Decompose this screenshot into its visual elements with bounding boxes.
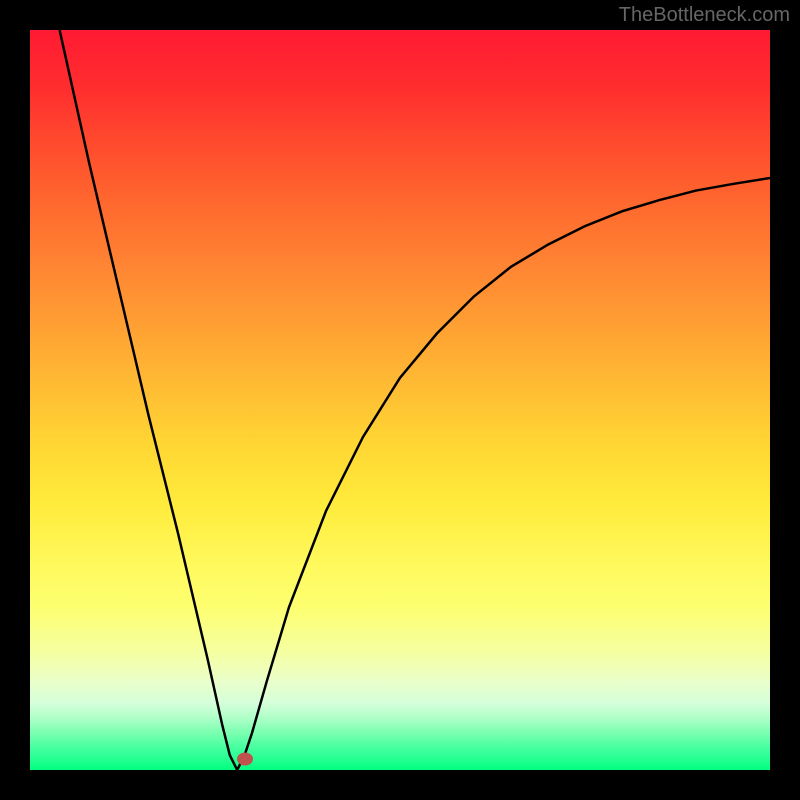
optimal-point-marker <box>237 752 253 765</box>
bottleneck-curve <box>30 30 770 770</box>
chart-plot-area <box>30 30 770 770</box>
watermark-label: TheBottleneck.com <box>619 4 790 27</box>
